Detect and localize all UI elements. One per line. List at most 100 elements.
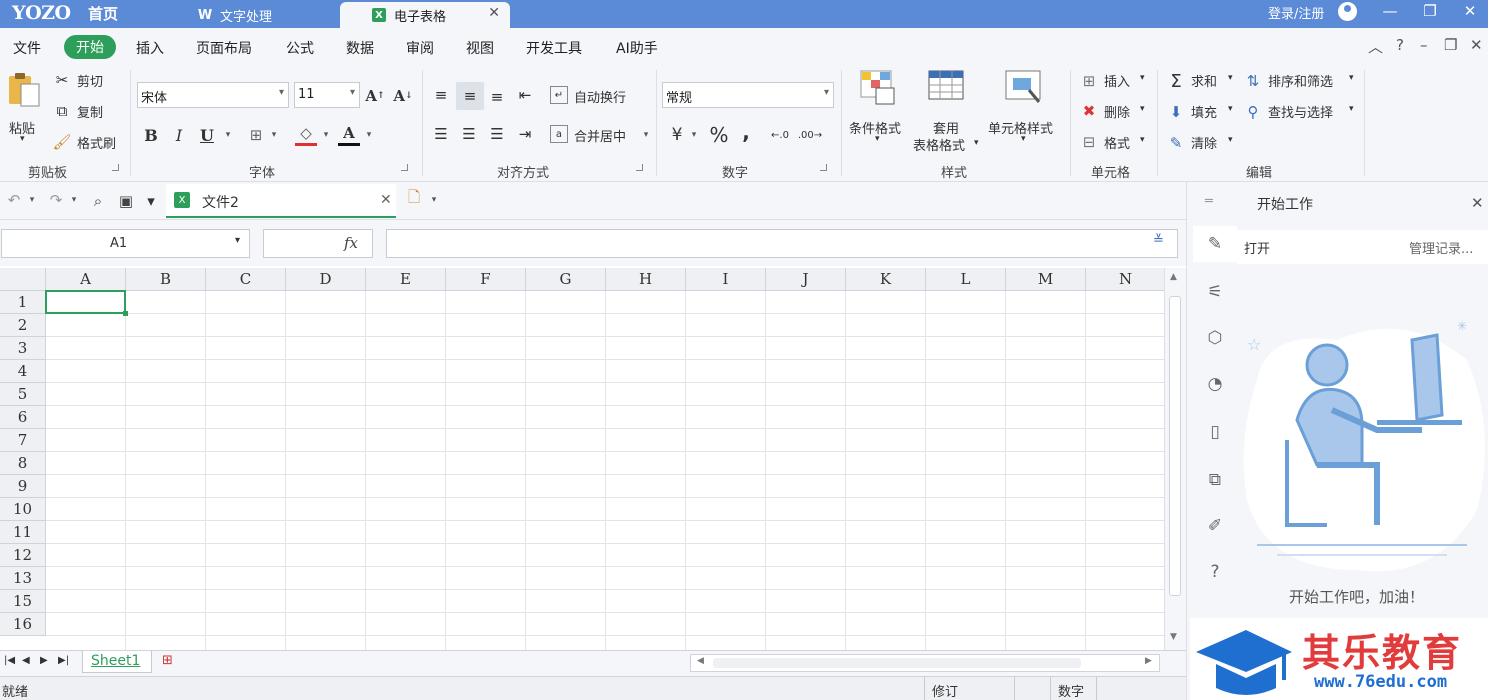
format-painter-button[interactable]: 格式刷 [77,133,116,152]
menu-data[interactable]: 数据 [346,38,374,58]
delete-cells-dropdown-icon[interactable]: ▾ [1140,104,1145,114]
selected-cell-a1[interactable] [45,290,128,316]
sort-filter-dropdown-icon[interactable]: ▾ [1349,73,1354,83]
font-size-select[interactable]: 11 [294,82,360,108]
vertical-scroll-thumb[interactable] [1169,296,1181,596]
row-header[interactable]: 3 [0,337,46,360]
clipboard-icon[interactable]: ▯ [1205,422,1225,442]
last-sheet-icon[interactable]: ▶| [58,655,69,666]
underline-dropdown-icon[interactable]: ▾ [222,124,232,146]
home-tab[interactable]: 首页 [88,3,118,24]
number-format-select[interactable]: 常规 [662,82,834,108]
tab-spreadsheet[interactable]: X 电子表格 ✕ [340,2,510,28]
menu-formula[interactable]: 公式 [286,38,314,58]
row-header[interactable]: 12 [0,544,46,567]
row-header[interactable]: 8 [0,452,46,475]
currency-dropdown-icon[interactable]: ▾ [688,126,698,144]
sum-dropdown-icon[interactable]: ▾ [1228,73,1233,83]
scroll-left-icon[interactable]: ◀ [697,656,704,666]
merge-center-button[interactable]: 合并居中 [574,126,626,145]
expand-formula-icon[interactable]: ≚ [1153,233,1164,248]
font-color-icon[interactable]: A [338,122,360,146]
comma-button[interactable]: , [738,120,754,144]
row-header[interactable]: 1 [0,291,46,314]
sort-filter-button[interactable]: 排序和筛选 [1268,71,1333,90]
copy-button[interactable]: 复制 [77,102,103,121]
row-header[interactable]: 9 [0,475,46,498]
open-link[interactable]: 打开 [1244,238,1270,257]
horizontal-scrollbar[interactable]: ◀ ▶ [690,654,1160,672]
percent-button[interactable]: % [706,123,732,147]
increase-indent-icon[interactable]: ⇥ [514,123,536,145]
column-header[interactable]: D [286,268,366,291]
insert-cells-button[interactable]: 插入 [1104,71,1130,90]
menu-file[interactable]: 文件 [13,38,41,58]
spreadsheet-grid[interactable]: ABCDEFGHIJKLMN 1 2 3 4 5 6 7 8 9 10 11 12 13 15 16 [0,268,1164,650]
app-logo[interactable]: YOZO [12,2,71,24]
add-sheet-icon[interactable]: ⊞ [162,653,173,668]
format-cells-dropdown-icon[interactable]: ▾ [1140,135,1145,145]
fill-color-icon[interactable]: ◇ [295,122,317,146]
fill-color-dropdown-icon[interactable]: ▾ [320,124,330,146]
redo-dropdown-icon[interactable]: ▾ [68,190,78,210]
align-top-icon[interactable]: ≡ [430,84,452,106]
cube-icon[interactable]: ⬡ [1205,328,1225,348]
minimize-icon[interactable]: — [1378,2,1402,20]
align-middle-icon[interactable]: ≡ [456,82,484,110]
align-center-icon[interactable]: ☰ [458,123,480,145]
new-doc-dropdown-icon[interactable]: ▾ [428,190,438,210]
menu-developer[interactable]: 开发工具 [526,38,582,58]
column-header[interactable]: G [526,268,606,291]
align-left-icon[interactable]: ☰ [430,123,452,145]
menu-review[interactable]: 审阅 [406,38,434,58]
save-icon[interactable]: ▣ [116,190,136,212]
insert-cells-dropdown-icon[interactable]: ▾ [1140,73,1145,83]
close-document-icon[interactable]: ✕ [380,192,392,208]
bold-button[interactable]: B [141,124,161,146]
column-header[interactable]: A [46,268,126,291]
scroll-right-icon[interactable]: ▶ [1145,656,1152,666]
row-header[interactable]: 6 [0,406,46,429]
collapse-ribbon-icon[interactable]: ︿ [1368,36,1383,57]
scroll-down-icon[interactable]: ▼ [1170,632,1177,642]
find-select-button[interactable]: 查找与选择 [1268,102,1333,121]
border-dropdown-icon[interactable]: ▾ [268,124,278,146]
shrink-font-icon[interactable]: A ↓ [392,85,414,107]
row-header[interactable]: 7 [0,429,46,452]
column-header[interactable]: C [206,268,286,291]
wrap-text-button[interactable]: 自动换行 [574,87,626,106]
column-header[interactable]: B [126,268,206,291]
undo-dropdown-icon[interactable]: ▾ [26,190,36,210]
formula-input[interactable]: ≚ [386,229,1178,258]
print-preview-icon[interactable]: ⌕ [88,190,108,212]
column-header[interactable]: H [606,268,686,291]
number-launcher-icon[interactable] [820,164,827,171]
horizontal-scroll-thumb[interactable] [713,658,1081,668]
row-header[interactable]: 5 [0,383,46,406]
italic-button[interactable]: I [169,124,189,146]
find-select-dropdown-icon[interactable]: ▾ [1349,104,1354,114]
fill-button[interactable]: 填充 [1191,102,1217,121]
row-header[interactable]: 11 [0,521,46,544]
row-header[interactable]: 15 [0,590,46,613]
column-header[interactable]: N [1086,268,1164,291]
next-sheet-icon[interactable]: ▶ [40,655,48,666]
sum-button[interactable]: 求和 [1191,71,1217,90]
conditional-format-dropdown-icon[interactable]: ▾ [875,134,880,144]
restore-icon[interactable]: ❐ [1418,2,1442,20]
doc-restore-icon[interactable]: ❐ [1444,36,1457,54]
scroll-up-icon[interactable]: ▲ [1170,272,1177,282]
column-header[interactable]: I [686,268,766,291]
row-header[interactable]: 4 [0,360,46,383]
panel-drag-handle-icon[interactable]: ═ [1205,194,1213,209]
alignment-launcher-icon[interactable] [636,164,643,171]
row-header[interactable]: 16 [0,613,46,636]
increase-decimal-icon[interactable]: ←.0 [768,123,792,147]
help-icon[interactable]: ? [1396,36,1404,54]
row-header[interactable]: 13 [0,567,46,590]
decrease-decimal-icon[interactable]: .00→ [798,123,822,147]
decrease-indent-icon[interactable]: ⇤ [514,84,536,106]
document-tab[interactable]: X 文件2 ✕ [166,184,396,218]
manage-records-link[interactable]: 管理记录... [1409,238,1473,257]
function-button[interactable]: fx [263,229,373,258]
